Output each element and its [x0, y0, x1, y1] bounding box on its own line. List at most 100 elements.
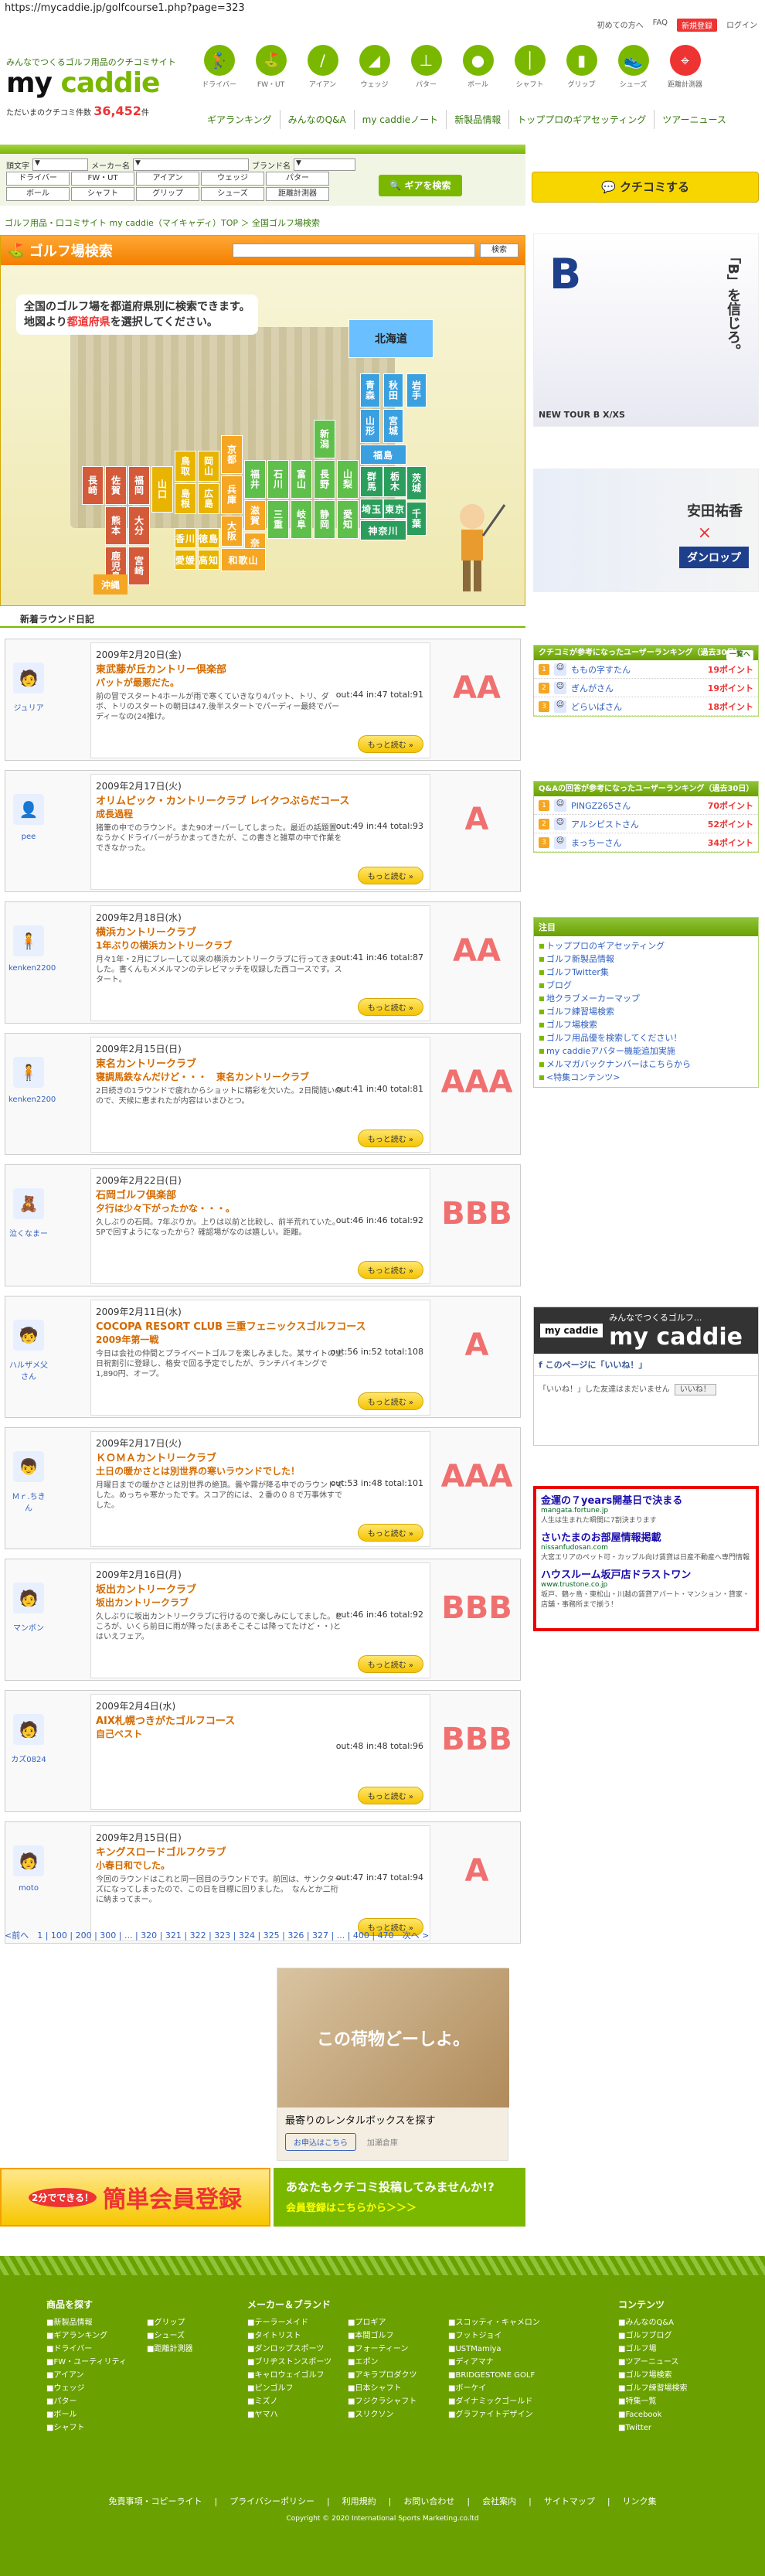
user-avatar[interactable]: 🧑 — [13, 1845, 44, 1876]
pref-button[interactable]: 三重 — [267, 500, 289, 539]
category-fairway-wood[interactable]: ⛳ FW・UT — [246, 45, 295, 94]
pref-button[interactable]: 宮崎 — [128, 547, 150, 585]
footer-link[interactable]: ■ディアマナ — [448, 2356, 540, 2369]
read-more-button[interactable]: もっと読む » — [357, 1392, 423, 1410]
text-ad-title[interactable]: ハウスルーム坂戸店ドラストワン — [541, 1566, 751, 1581]
footer-link[interactable]: ■FW・ユーティリティ — [46, 2356, 127, 2369]
footer-link[interactable]: ■エポン — [348, 2356, 416, 2369]
category-grip[interactable]: ▮ グリップ — [557, 45, 606, 94]
pref-button[interactable]: 和歌山 — [221, 548, 266, 571]
read-more-button[interactable]: もっと読む » — [357, 1787, 423, 1804]
featured-link[interactable]: ゴルフ新製品情報 — [539, 952, 753, 966]
pref-button[interactable]: 佐賀 — [105, 466, 127, 505]
footer-bottom-link[interactable]: リンク集 — [623, 2496, 657, 2506]
gear-keyword[interactable]: パター — [266, 172, 329, 186]
user-avatar[interactable]: 👤 — [13, 794, 44, 825]
footer-bottom-link[interactable]: プライバシーポリシー — [230, 2496, 314, 2506]
pref-button[interactable]: 鳥取 — [175, 451, 196, 482]
diary-user[interactable]: Ｍｒ.ちきん — [8, 1490, 49, 1513]
footer-link[interactable]: ■新製品情報 — [46, 2316, 127, 2329]
pref-button[interactable]: 山形 — [360, 409, 380, 443]
featured-link[interactable]: ブログ — [539, 979, 753, 992]
pref-button[interactable]: 岐阜 — [291, 500, 312, 539]
category-rangefinder[interactable]: ⌖ 距離計測器 — [661, 45, 709, 94]
footer-link[interactable]: ■ドライバー — [46, 2343, 127, 2356]
nav-login[interactable]: ログイン — [726, 19, 757, 32]
dunlop-ad[interactable]: 安田祐香 × ダンロップ — [533, 469, 759, 592]
diary-title[interactable]: 坂出カントリークラブ — [96, 1596, 425, 1609]
pref-button[interactable]: 高知 — [198, 550, 219, 570]
address-bar[interactable]: https://mycaddie.jp/golfcourse1.php?page… — [0, 0, 765, 17]
text-ad-title[interactable]: さいたまのお部屋情報掲載 — [541, 1529, 751, 1544]
ad-apply-button[interactable]: お申込はこちら — [285, 2133, 356, 2151]
pref-button[interactable]: 愛媛 — [175, 550, 196, 570]
footer-link[interactable]: ■タイトリスト — [247, 2329, 332, 2343]
pref-button[interactable]: 徳島 — [198, 528, 219, 548]
pref-button[interactable]: 宮城 — [383, 409, 403, 443]
pref-button[interactable]: 茨城 — [406, 466, 427, 500]
diary-user[interactable]: kenken2200 — [8, 1095, 56, 1104]
category-putter[interactable]: ⊥ パター — [402, 45, 450, 94]
footer-bottom-link[interactable]: 利用規約 — [342, 2496, 376, 2506]
ranking-item[interactable]: 1 ☺ PINGZ265さん 70ポイント — [534, 796, 758, 815]
diary-title[interactable]: パットが最悪だた。 — [96, 676, 425, 689]
pref-button[interactable]: 大分 — [128, 506, 150, 545]
mainnav-item[interactable]: ツアーニュース — [654, 110, 734, 129]
diary-title[interactable]: 自己ベスト — [96, 1727, 425, 1740]
ranking-user-name[interactable]: ももの字すたん — [571, 663, 703, 676]
diary-user[interactable]: カズ0824 — [8, 1753, 49, 1764]
footer-link[interactable]: ■ゴルフ場 — [618, 2343, 687, 2356]
pref-button[interactable]: 新潟 — [314, 420, 335, 458]
footer-link[interactable]: ■USTMamiya — [448, 2343, 540, 2356]
mainnav-item[interactable]: トッププロのギアセッティング — [508, 110, 654, 129]
diary-title[interactable]: 小春日和でした。 — [96, 1859, 425, 1872]
pref-hokkaido[interactable]: 北海道 — [348, 319, 434, 358]
pref-button[interactable]: 富山 — [291, 460, 312, 499]
featured-link[interactable]: <特集コンテンツ> — [539, 1071, 753, 1084]
pref-button[interactable]: 長野 — [314, 460, 335, 499]
ranking-item[interactable]: 3 ☺ どらいばさん 18ポイント — [534, 697, 758, 716]
footer-link[interactable]: ■フジクラシャフト — [348, 2395, 416, 2408]
read-more-button[interactable]: もっと読む » — [357, 867, 423, 884]
pref-button[interactable]: 群馬 — [360, 466, 383, 497]
gear-keyword[interactable]: アイアン — [136, 172, 199, 186]
diary-title[interactable]: 寝調馬鉄なんだけど・・・ 東名カントリークラブ — [96, 1070, 425, 1083]
footer-link[interactable]: ■ブリヂストンスポーツ — [247, 2356, 332, 2369]
category-ball[interactable]: ● ボール — [454, 45, 502, 94]
ranking-user-name[interactable]: PINGZ265さん — [571, 799, 703, 812]
footer-link[interactable]: ■グラファイトデザイン — [448, 2408, 540, 2421]
pref-button[interactable]: 岩手 — [406, 373, 427, 407]
diary-title[interactable]: 2009年第一戦 — [96, 1333, 425, 1346]
pref-button[interactable]: 神奈川 — [360, 520, 406, 540]
user-avatar[interactable]: 🧑 — [13, 1583, 44, 1613]
fb-banner[interactable]: my caddie みんなでつくるゴルフ... my caddie — [534, 1307, 758, 1354]
simple-register-button[interactable]: 2分でできる！ 簡単会員登録 — [0, 2168, 270, 2227]
featured-link[interactable]: ゴルフ場検索 — [539, 1018, 753, 1031]
gear-keyword[interactable]: ウェッジ — [201, 172, 264, 186]
footer-link[interactable]: ■シューズ — [147, 2329, 192, 2343]
footer-link[interactable]: ■プロギア — [348, 2316, 416, 2329]
select-initial[interactable]: ▼ — [32, 158, 88, 171]
read-more-button[interactable]: もっと読む » — [357, 998, 423, 1016]
ranking-item[interactable]: 2 ☺ アルシピストさん 52ポイント — [534, 815, 758, 833]
text-ad[interactable]: ハウスルーム坂戸店ドラストワン www.trustone.co.jp 坂戸、鶴ヶ島・… — [541, 1566, 751, 1609]
footer-link[interactable]: ■ゴルフ場検索 — [618, 2369, 687, 2382]
footer-link[interactable]: ■ツアーニュース — [618, 2356, 687, 2369]
footer-link[interactable]: ■スコッティ・キャメロン — [448, 2316, 540, 2329]
diary-user[interactable]: pee — [8, 833, 49, 841]
ranking-user-name[interactable]: まっちーさん — [571, 837, 703, 849]
footer-link[interactable]: ■フットジョイ — [448, 2329, 540, 2343]
pref-button[interactable]: 栃木 — [383, 466, 406, 497]
footer-link[interactable]: ■ギアランキング — [46, 2329, 127, 2343]
site-logo[interactable]: みんなでつくるゴルフ用品のクチコミサイト my caddie ただいまのクチコミ… — [6, 56, 184, 118]
diary-course[interactable]: 石岡ゴルフ倶楽部 — [96, 1187, 425, 1201]
course-search-input[interactable] — [233, 244, 475, 257]
gear-keyword[interactable]: 距離計測器 — [266, 187, 329, 201]
pref-button[interactable]: 秋田 — [383, 373, 403, 407]
pref-button[interactable]: 香川 — [175, 528, 196, 548]
ranking-item[interactable]: 2 ☺ ぎんがさん 19ポイント — [534, 679, 758, 697]
pref-button[interactable]: 兵庫 — [221, 475, 243, 514]
diary-user[interactable]: ハルザメ父さん — [8, 1358, 49, 1382]
course-search-button[interactable]: 検索 — [480, 244, 518, 257]
footer-bottom-link[interactable]: お問い合わせ — [403, 2496, 454, 2506]
